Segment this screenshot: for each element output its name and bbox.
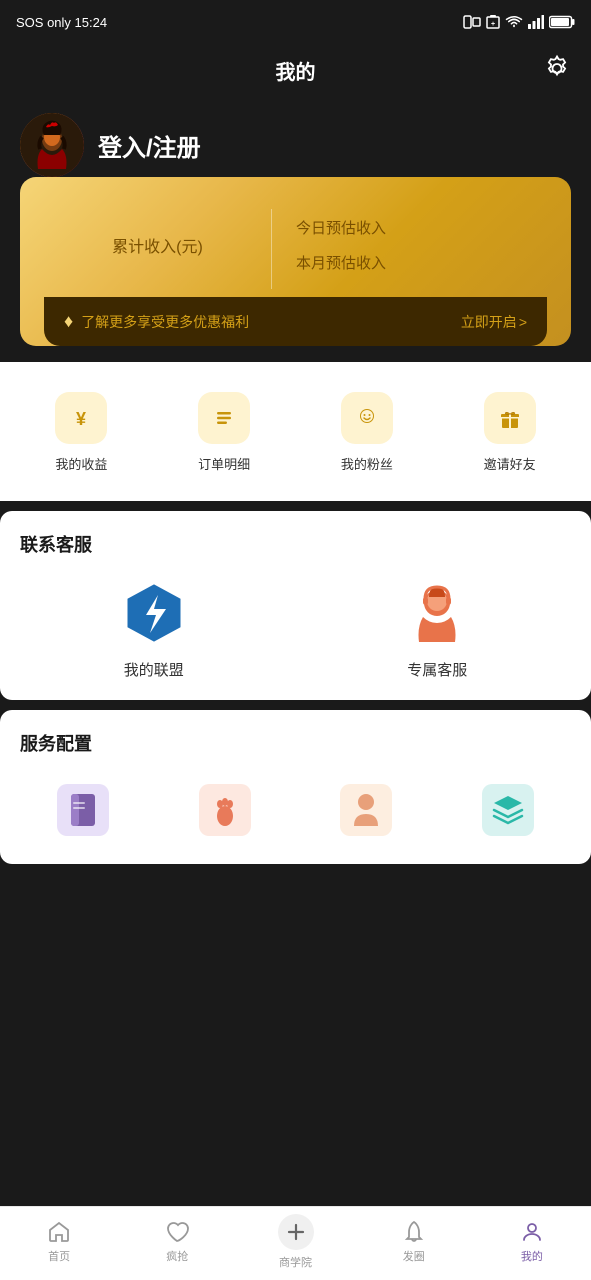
- yuan-icon: ¥: [66, 403, 96, 433]
- month-label: 本月预估收入: [296, 252, 386, 273]
- list-icon: [209, 403, 239, 433]
- page-header: 我的: [0, 44, 591, 97]
- status-right: +: [463, 14, 575, 30]
- action-icon-earnings-wrap: ¥: [53, 390, 109, 446]
- earnings-left: 累计收入(元): [44, 201, 271, 297]
- person-nav-icon: [520, 1220, 544, 1244]
- contact-service[interactable]: 专属客服: [304, 577, 572, 680]
- promo-bar[interactable]: ♦ 了解更多享受更多优惠福利 立即开启 >: [44, 297, 547, 346]
- service-item-book[interactable]: [20, 784, 146, 836]
- avatar-image: [20, 113, 84, 177]
- action-fans[interactable]: 我的粉丝: [296, 382, 439, 481]
- service-icon: [401, 577, 473, 649]
- book-icon: [57, 784, 109, 836]
- today-label: 今日预估收入: [296, 217, 386, 238]
- earnings-inner: 累计收入(元) 今日预估收入 本月预估收入 ♦ 了解更多享受更多优惠福利 立即开…: [20, 177, 571, 346]
- action-earnings[interactable]: ¥ 我的收益: [10, 382, 153, 481]
- nav-moments-label: 发圈: [403, 1248, 425, 1264]
- earnings-card: 累计收入(元) 今日预估收入 本月预估收入 ♦ 了解更多享受更多优惠福利 立即开…: [20, 177, 571, 362]
- home-icon: [47, 1220, 71, 1244]
- content-area: ¥ 我的收益 订单明细: [0, 362, 591, 954]
- foot-icon: [199, 784, 251, 836]
- service-item-foot[interactable]: [162, 784, 288, 836]
- nav-home-label: 首页: [48, 1248, 70, 1264]
- layers-icon: [482, 784, 534, 836]
- contact-alliance[interactable]: 我的联盟: [20, 577, 288, 680]
- service-section: 服务配置: [0, 710, 591, 864]
- promo-text: 了解更多享受更多优惠福利: [81, 312, 249, 332]
- promo-icon: ♦: [64, 311, 73, 332]
- bottom-nav: 首页 疯抢 商学院 发圈 我的: [0, 1206, 591, 1280]
- battery-icon: [549, 15, 575, 29]
- settings-button[interactable]: [543, 54, 571, 87]
- contact-section: 联系客服 我的联盟: [0, 511, 591, 700]
- action-icon-orders-bg: [198, 392, 250, 444]
- nav-academy-plus-wrap: [278, 1214, 314, 1250]
- heart-icon: [165, 1220, 189, 1244]
- alliance-icon: [118, 577, 190, 649]
- promo-left: ♦ 了解更多享受更多优惠福利: [64, 311, 249, 332]
- login-register-text[interactable]: 登入/注册: [98, 128, 201, 163]
- action-icon-invite-wrap: [482, 390, 538, 446]
- action-orders[interactable]: 订单明细: [153, 382, 296, 481]
- action-icon-fans-wrap: [339, 390, 395, 446]
- nav-flash-label: 疯抢: [166, 1248, 188, 1264]
- quick-actions: ¥ 我的收益 订单明细: [0, 362, 591, 501]
- cumulative-label: 累计收入(元): [112, 233, 203, 257]
- contact-title: 联系客服: [20, 531, 571, 557]
- action-icon-invite-bg: [484, 392, 536, 444]
- action-label-earnings: 我的收益: [55, 454, 107, 473]
- status-left: SOS only 15:24: [16, 15, 107, 30]
- wifi-icon: [505, 15, 523, 29]
- bell-icon: [402, 1220, 426, 1244]
- nav-flash[interactable]: 疯抢: [118, 1207, 236, 1280]
- gear-icon: [543, 54, 571, 82]
- service-icon-wrap: [401, 577, 473, 649]
- promo-action[interactable]: 立即开启 >: [461, 312, 527, 332]
- nav-home[interactable]: 首页: [0, 1207, 118, 1280]
- page-title: 我的: [276, 56, 316, 85]
- service-item-person[interactable]: [304, 784, 430, 836]
- action-icon-fans-bg: [341, 392, 393, 444]
- alliance-icon-wrap: [118, 577, 190, 649]
- nav-academy-label: 商学院: [279, 1254, 312, 1270]
- nav-mine-label: 我的: [521, 1248, 543, 1264]
- service-grid: [20, 776, 571, 844]
- status-sos: SOS only 15:24: [16, 15, 107, 30]
- contact-grid: 我的联盟: [20, 577, 571, 680]
- signal-icon: [528, 15, 544, 29]
- earnings-right: 今日预估收入 本月预估收入: [272, 201, 547, 297]
- svg-text:+: +: [491, 21, 495, 28]
- plus-icon: [285, 1221, 307, 1243]
- action-label-orders: 订单明细: [198, 454, 250, 473]
- action-icon-earnings-bg: ¥: [55, 392, 107, 444]
- service-item-layers[interactable]: [445, 784, 571, 836]
- avatar[interactable]: [20, 113, 84, 177]
- battery-saver-icon: +: [486, 14, 500, 30]
- nfc-icon: [463, 15, 481, 29]
- person-icon: [340, 784, 392, 836]
- nav-academy[interactable]: 商学院: [236, 1207, 354, 1280]
- user-smile-icon: [352, 403, 382, 433]
- nav-moments[interactable]: 发圈: [355, 1207, 473, 1280]
- action-icon-orders-wrap: [196, 390, 252, 446]
- nav-mine[interactable]: 我的: [473, 1207, 591, 1280]
- top-section: 登入/注册 累计收入(元) 今日预估收入 本月预估收入 ♦ 了解更多享受更多优惠…: [0, 97, 591, 362]
- gift-icon: [495, 403, 525, 433]
- action-invite[interactable]: 邀请好友: [438, 382, 581, 481]
- service-title: 服务配置: [20, 730, 571, 756]
- service-label: 专属客服: [407, 659, 467, 680]
- user-profile[interactable]: 登入/注册: [0, 97, 591, 177]
- action-label-invite: 邀请好友: [484, 454, 536, 473]
- status-bar: SOS only 15:24 +: [0, 0, 591, 44]
- action-label-fans: 我的粉丝: [341, 454, 393, 473]
- alliance-label: 我的联盟: [124, 659, 184, 680]
- svg-text:¥: ¥: [76, 409, 86, 429]
- earnings-top: 累计收入(元) 今日预估收入 本月预估收入: [44, 201, 547, 297]
